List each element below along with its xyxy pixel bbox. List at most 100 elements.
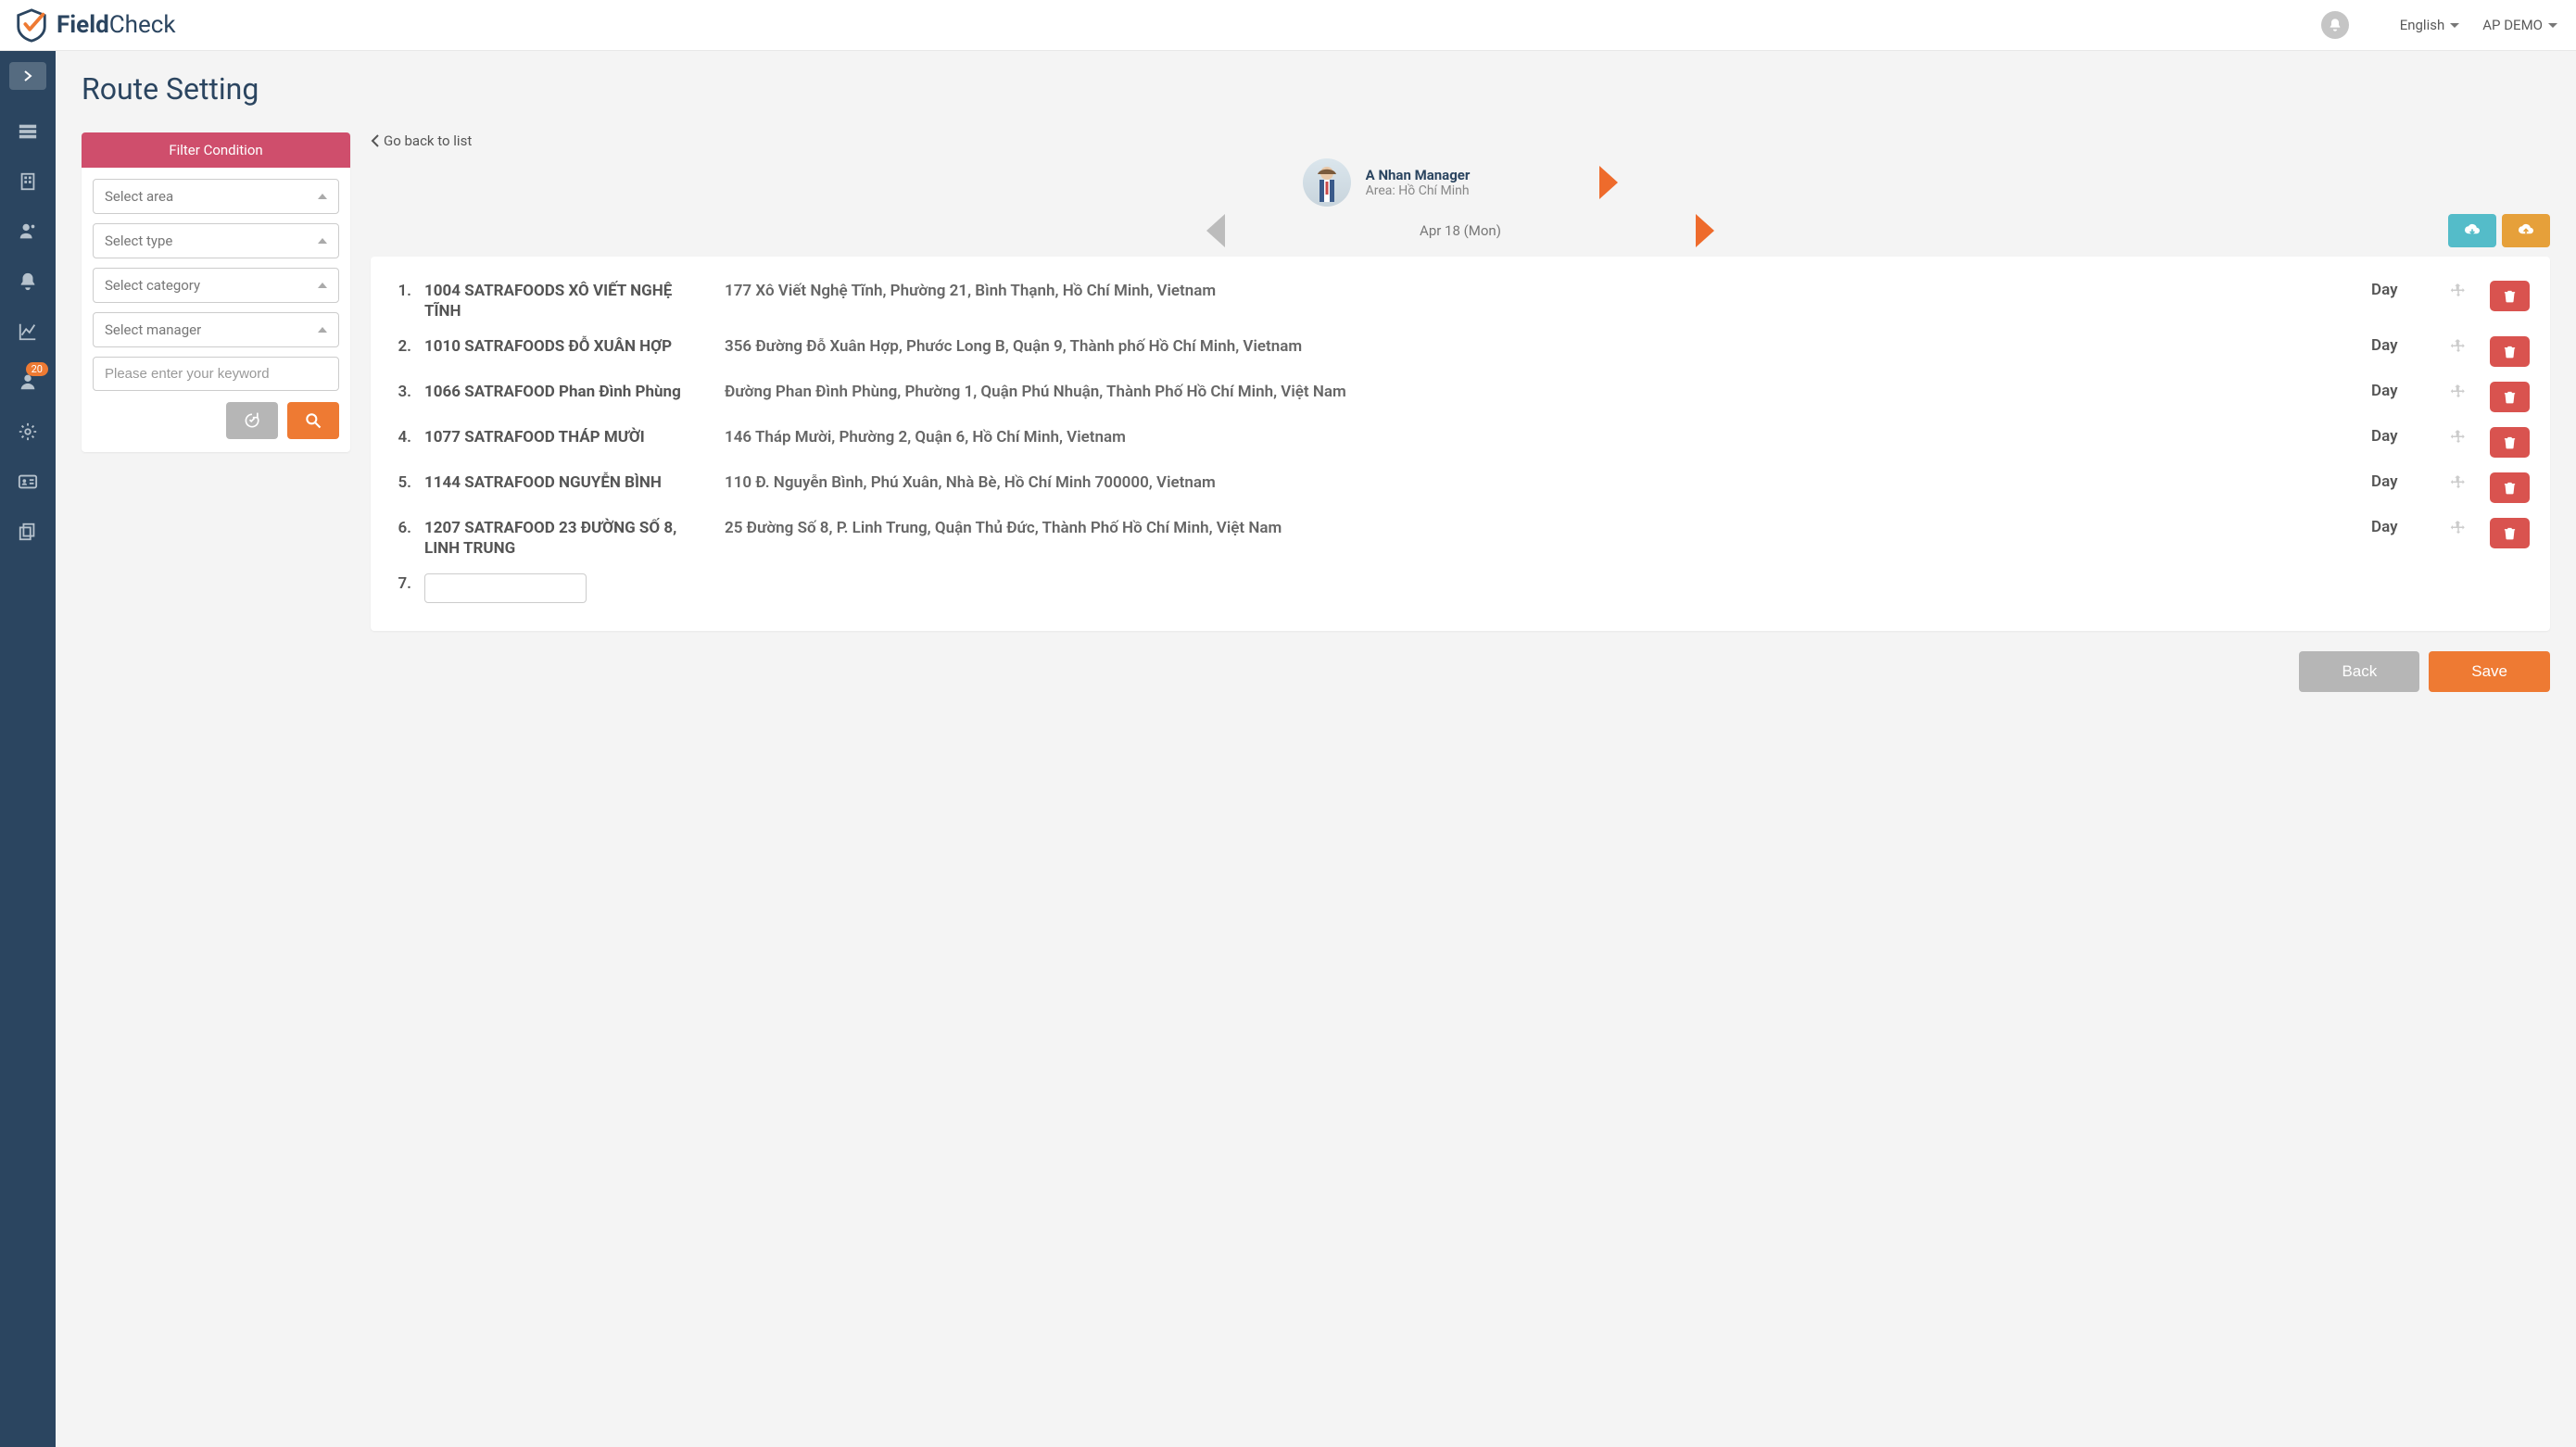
next-date-button[interactable]: [1696, 214, 1714, 247]
gear-icon: [18, 422, 38, 442]
user-menu[interactable]: AP DEMO: [2482, 17, 2557, 33]
bell-icon: [2328, 18, 2342, 32]
row-delete-button[interactable]: [2490, 382, 2530, 412]
new-route-input[interactable]: [424, 573, 587, 603]
sidebar-item-alerts[interactable]: [0, 257, 56, 307]
row-store-name: 1066 SATRAFOOD Phan Đình Phùng: [424, 382, 712, 402]
select-area[interactable]: Select area: [93, 179, 339, 214]
row-number: 4.: [391, 427, 411, 447]
bell-icon: [18, 271, 38, 292]
chevron-left-icon: [371, 134, 380, 147]
route-row: 3.1066 SATRAFOOD Phan Đình PhùngĐường Ph…: [391, 374, 2530, 420]
row-delete-button[interactable]: [2490, 427, 2530, 458]
person-area: Area: Hồ Chí Minh: [1366, 183, 1471, 198]
row-delete-button[interactable]: [2490, 336, 2530, 367]
download-button[interactable]: [2448, 214, 2496, 247]
select-manager[interactable]: Select manager: [93, 312, 339, 347]
sidebar-item-copy[interactable]: [0, 507, 56, 557]
trash-icon: [2503, 390, 2517, 404]
row-drag-handle[interactable]: [2440, 336, 2477, 355]
id-card-icon: [18, 472, 38, 492]
keyword-input[interactable]: [93, 357, 339, 391]
row-delete-button[interactable]: [2490, 281, 2530, 311]
move-icon: [2450, 429, 2467, 446]
user-label: AP DEMO: [2482, 17, 2543, 33]
row-period: Day: [2371, 281, 2427, 299]
row-address: 356 Đường Đỗ Xuân Hợp, Phước Long B, Quậ…: [725, 336, 2358, 357]
language-label: English: [2400, 17, 2445, 33]
row-store-name: 1144 SATRAFOOD NGUYỄN BÌNH: [424, 472, 712, 493]
notifications-button[interactable]: [2321, 11, 2349, 39]
select-category[interactable]: Select category: [93, 268, 339, 303]
trash-icon: [2503, 289, 2517, 303]
select-manager-label: Select manager: [105, 321, 201, 338]
person-name: A Nhan Manager: [1366, 167, 1471, 183]
filter-search-button[interactable]: [287, 402, 339, 439]
select-type[interactable]: Select type: [93, 223, 339, 258]
sidebar-item-settings[interactable]: [0, 407, 56, 457]
row-delete-button[interactable]: [2490, 518, 2530, 548]
row-address: 177 Xô Viết Nghệ Tĩnh, Phường 21, Bình T…: [725, 281, 2358, 301]
row-address: 146 Tháp Mười, Phường 2, Quận 6, Hồ Chí …: [725, 427, 2358, 447]
route-row: 4.1077 SATRAFOOD THÁP MƯỜI146 Tháp Mười,…: [391, 420, 2530, 465]
filter-reset-button[interactable]: [226, 402, 278, 439]
select-type-label: Select type: [105, 233, 172, 249]
prev-date-button[interactable]: [1206, 214, 1225, 247]
back-to-list-link[interactable]: Go back to list: [371, 132, 472, 149]
route-row: 1.1004 SATRAFOODS XÔ VIẾT NGHỆ TĨNH177 X…: [391, 273, 2530, 329]
trash-icon: [2503, 435, 2517, 449]
select-area-label: Select area: [105, 188, 173, 205]
brand-logo[interactable]: FieldCheck: [14, 7, 176, 43]
copy-icon: [18, 522, 38, 542]
row-period: Day: [2371, 382, 2427, 400]
sidebar-item-people[interactable]: 20: [0, 357, 56, 407]
row-period: Day: [2371, 336, 2427, 355]
language-switcher[interactable]: English: [2400, 17, 2460, 33]
reset-icon: [243, 411, 261, 430]
row-address: Đường Phan Đình Phùng, Phường 1, Quận Ph…: [725, 382, 2358, 402]
move-icon: [2450, 474, 2467, 491]
user-head-icon: [18, 221, 38, 242]
filter-panel: Filter Condition Select area Select type…: [82, 132, 350, 452]
triangle-up-icon: [318, 327, 327, 333]
sidebar-item-analytics[interactable]: [0, 307, 56, 357]
select-category-label: Select category: [105, 277, 200, 294]
route-row: 2.1010 SATRAFOODS ĐỖ XUÂN HỢP356 Đường Đ…: [391, 329, 2530, 374]
row-number: 1.: [391, 281, 411, 300]
row-period: Day: [2371, 427, 2427, 446]
chevron-right-icon: [22, 70, 33, 82]
search-icon: [304, 411, 322, 430]
cloud-upload-icon: [2517, 223, 2535, 238]
row-drag-handle[interactable]: [2440, 472, 2477, 491]
move-icon: [2450, 384, 2467, 400]
avatar: [1303, 158, 1351, 207]
chevron-down-icon: [2450, 23, 2459, 28]
triangle-up-icon: [318, 194, 327, 199]
row-store-name: 1207 SATRAFOOD 23 ĐƯỜNG SỐ 8, LINH TRUNG: [424, 518, 712, 559]
sidebar-item-building[interactable]: [0, 157, 56, 207]
row-drag-handle[interactable]: [2440, 382, 2477, 400]
sidebar: 20: [0, 51, 56, 1447]
route-row: 5.1144 SATRAFOOD NGUYỄN BÌNH110 Đ. Nguyễ…: [391, 465, 2530, 510]
trash-icon: [2503, 345, 2517, 359]
save-button[interactable]: Save: [2429, 651, 2550, 692]
sidebar-toggle[interactable]: [9, 62, 46, 90]
sidebar-item-dashboard[interactable]: [0, 107, 56, 157]
page-title: Route Setting: [82, 71, 2550, 107]
row-number: 2.: [391, 336, 411, 356]
back-button[interactable]: Back: [2299, 651, 2419, 692]
next-person-button[interactable]: [1599, 166, 1618, 199]
sidebar-item-user[interactable]: [0, 207, 56, 257]
upload-button[interactable]: [2502, 214, 2550, 247]
filter-header: Filter Condition: [82, 132, 350, 168]
row-number: 7.: [391, 573, 411, 593]
row-drag-handle[interactable]: [2440, 518, 2477, 536]
row-drag-handle[interactable]: [2440, 427, 2477, 446]
back-to-list-label: Go back to list: [384, 132, 472, 149]
triangle-up-icon: [318, 238, 327, 244]
sidebar-item-id[interactable]: [0, 457, 56, 507]
move-icon: [2450, 338, 2467, 355]
row-drag-handle[interactable]: [2440, 281, 2477, 299]
route-table: 1.1004 SATRAFOODS XÔ VIẾT NGHỆ TĨNH177 X…: [371, 257, 2550, 631]
row-delete-button[interactable]: [2490, 472, 2530, 503]
